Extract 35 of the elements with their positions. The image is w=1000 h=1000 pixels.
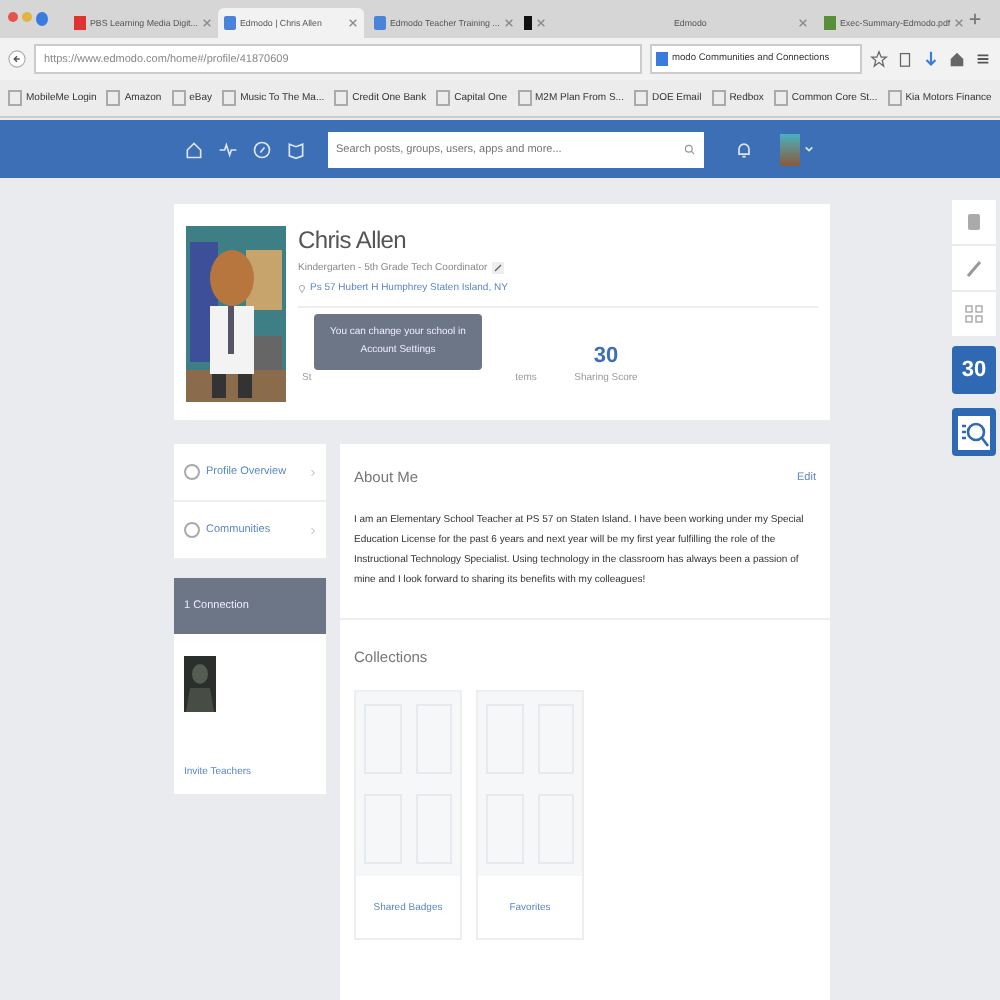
home-icon[interactable] bbox=[948, 50, 966, 68]
star-icon[interactable] bbox=[870, 50, 888, 68]
close-icon[interactable] bbox=[536, 18, 546, 28]
close-dot-icon[interactable] bbox=[8, 12, 18, 22]
page-icon bbox=[374, 16, 386, 30]
stat-value: 30 bbox=[593, 344, 619, 368]
phone-icon bbox=[524, 16, 532, 30]
chevron-icon bbox=[310, 467, 316, 477]
download-icon[interactable] bbox=[922, 50, 940, 68]
home-icon[interactable] bbox=[184, 139, 204, 159]
close-icon[interactable] bbox=[798, 18, 808, 28]
location-pin-icon bbox=[298, 282, 306, 294]
calendar-button[interactable]: 30 bbox=[952, 346, 996, 394]
clipboard-icon[interactable] bbox=[896, 50, 914, 68]
search-list-icon[interactable] bbox=[952, 408, 996, 456]
close-icon[interactable] bbox=[348, 18, 358, 28]
bell-icon[interactable] bbox=[734, 139, 754, 159]
book-icon[interactable] bbox=[286, 139, 306, 159]
activity-icon[interactable] bbox=[218, 139, 238, 159]
chevron-icon bbox=[310, 525, 316, 535]
close-icon[interactable] bbox=[954, 18, 965, 28]
profile-name: Chris Allen bbox=[298, 226, 409, 254]
avatar-icon[interactable] bbox=[780, 133, 800, 165]
close-icon[interactable] bbox=[201, 18, 212, 28]
back-icon[interactable] bbox=[8, 50, 26, 68]
pencil-icon[interactable] bbox=[491, 262, 504, 274]
compass-icon[interactable] bbox=[252, 139, 272, 159]
new-tab-icon[interactable] bbox=[968, 12, 982, 26]
caret-icon[interactable] bbox=[804, 144, 814, 154]
zoom-dot-icon[interactable] bbox=[36, 12, 48, 26]
page-icon bbox=[224, 16, 236, 30]
menu-icon[interactable] bbox=[974, 50, 992, 68]
close-icon[interactable] bbox=[503, 18, 514, 28]
search-icon bbox=[684, 143, 696, 155]
minimize-dot-icon[interactable] bbox=[22, 12, 32, 22]
